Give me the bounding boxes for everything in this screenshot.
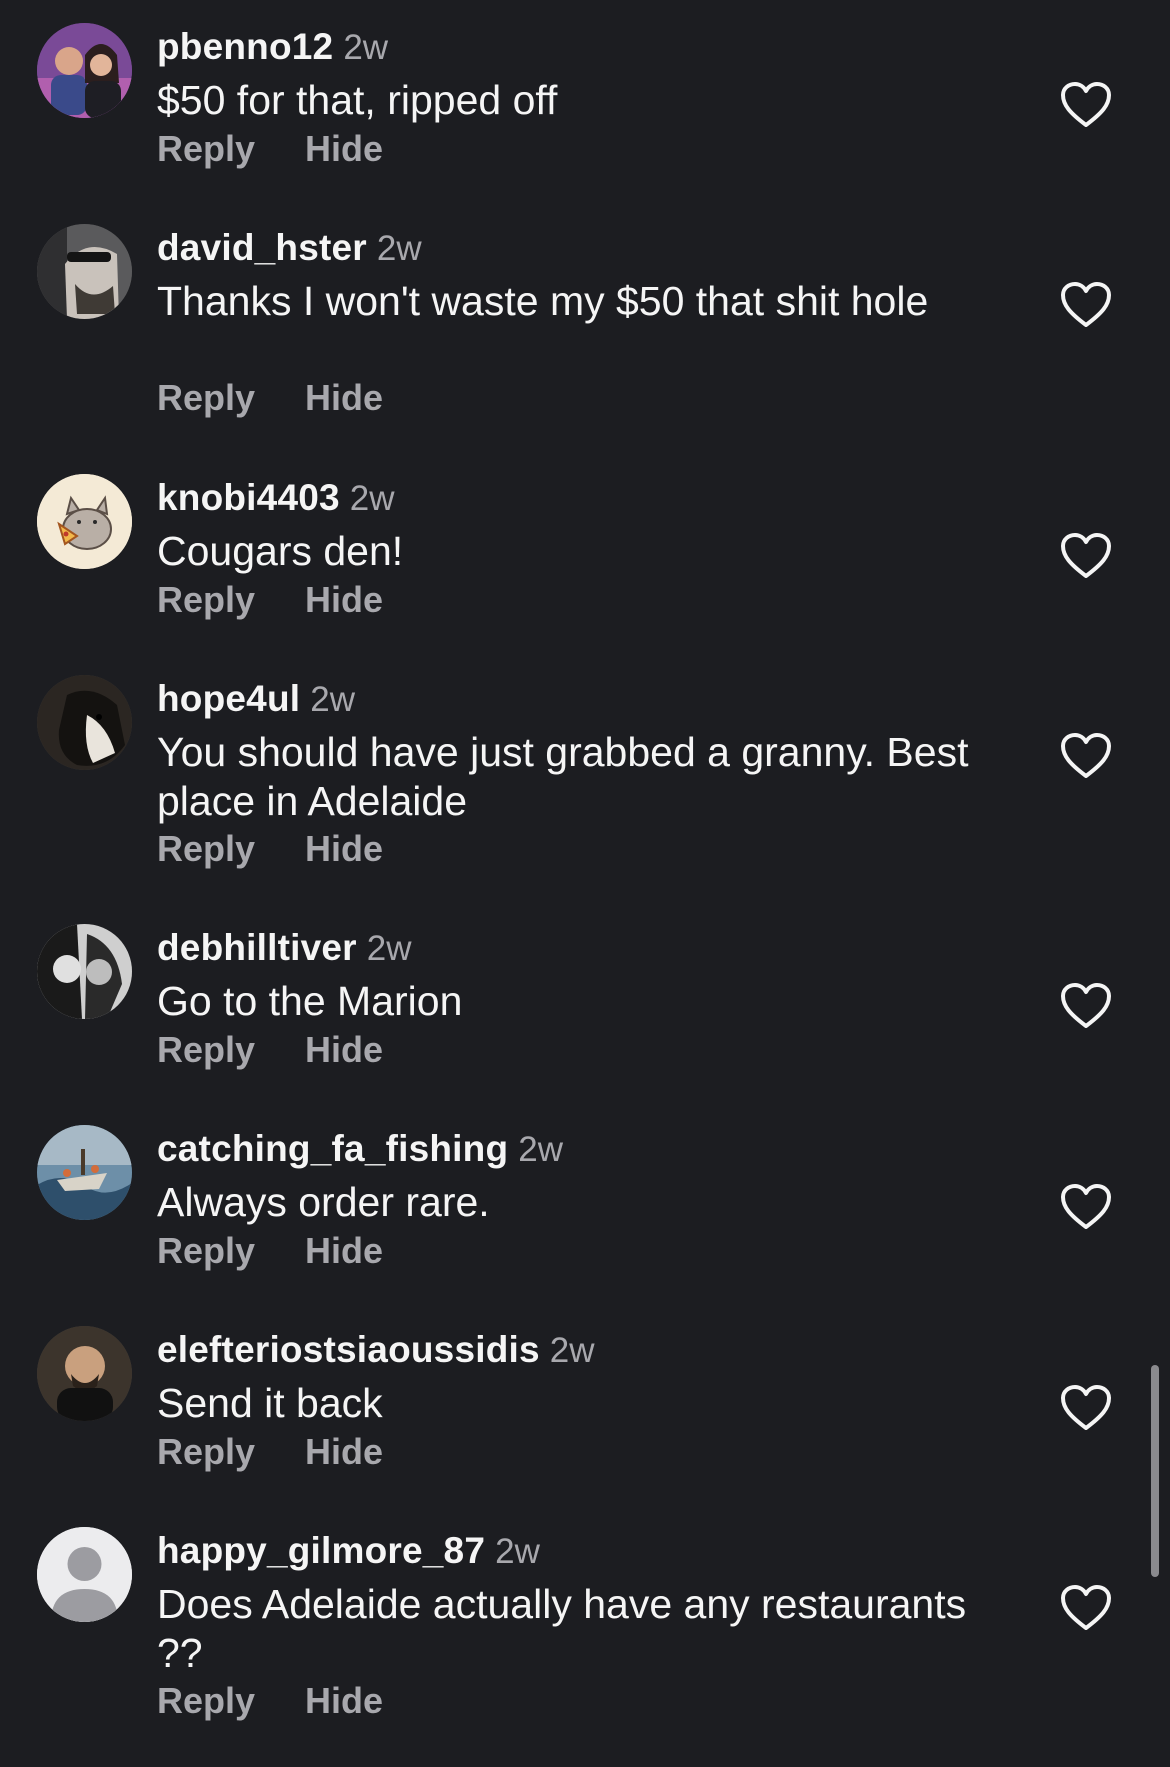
avatar[interactable]	[37, 23, 132, 118]
heart-icon	[1061, 1585, 1111, 1630]
reply-button[interactable]: Reply	[157, 580, 255, 620]
avatar[interactable]	[37, 1527, 132, 1622]
comment-actions: Reply Hide	[157, 129, 383, 169]
avatar[interactable]	[37, 224, 132, 319]
dog-photo-icon	[37, 675, 132, 770]
comment-actions: Reply Hide	[157, 1432, 383, 1472]
heart-icon	[1061, 82, 1111, 127]
comment-text: Always order rare.	[157, 1179, 490, 1225]
timestamp: 2w	[376, 229, 422, 268]
comment-header: pbenno12 2w	[157, 27, 388, 75]
timestamp: 2w	[343, 28, 389, 67]
reply-button[interactable]: Reply	[157, 829, 255, 869]
timestamp: 2w	[310, 680, 355, 719]
hide-button[interactable]: Hide	[305, 1681, 383, 1721]
comment-text: $50 for that, ripped off	[157, 77, 558, 123]
comment-text: Go to the Marion	[157, 978, 463, 1024]
username[interactable]: knobi4403	[157, 477, 340, 518]
fishing-boat-photo-icon	[37, 1125, 132, 1220]
comment-header: elefteriostsiaoussidis 2w	[157, 1330, 595, 1378]
avatar[interactable]	[37, 1326, 132, 1421]
comment-text: Cougars den!	[157, 528, 404, 574]
heart-icon	[1061, 533, 1111, 578]
username[interactable]: david_hster	[157, 227, 367, 268]
hide-button[interactable]: Hide	[305, 129, 383, 169]
reply-button[interactable]: Reply	[157, 378, 255, 418]
reply-button[interactable]: Reply	[157, 1681, 255, 1721]
avatar[interactable]	[37, 924, 132, 1019]
comment-text: Send it back	[157, 1380, 383, 1426]
like-button[interactable]	[1060, 281, 1112, 329]
avatar[interactable]	[37, 1125, 132, 1220]
cat-pizza-cartoon-icon	[37, 474, 132, 569]
reply-button[interactable]: Reply	[157, 1432, 255, 1472]
like-button[interactable]	[1060, 81, 1112, 129]
comment-actions: Reply Hide	[157, 580, 383, 620]
like-button[interactable]	[1060, 732, 1112, 780]
heart-icon	[1061, 1385, 1111, 1430]
timestamp: 2w	[518, 1130, 564, 1169]
hide-button[interactable]: Hide	[305, 1030, 383, 1070]
comment-text: Thanks I won't waste my $50 that shit ho…	[157, 278, 929, 324]
default-avatar-icon	[37, 1527, 132, 1622]
scrollbar[interactable]	[1151, 1365, 1159, 1577]
heart-icon	[1061, 282, 1111, 327]
comment-actions: Reply Hide	[157, 378, 383, 418]
heart-icon	[1061, 1184, 1111, 1229]
bald-man-photo-icon	[37, 1326, 132, 1421]
username[interactable]: happy_gilmore_87	[157, 1530, 485, 1571]
username[interactable]: pbenno12	[157, 26, 333, 67]
timestamp: 2w	[495, 1532, 540, 1571]
hide-button[interactable]: Hide	[305, 580, 383, 620]
hide-button[interactable]: Hide	[305, 378, 383, 418]
username[interactable]: hope4ul	[157, 678, 300, 719]
hide-button[interactable]: Hide	[305, 829, 383, 869]
comment-header: catching_fa_fishing 2w	[157, 1129, 563, 1177]
comment-header: hope4ul 2w	[157, 679, 355, 727]
man-sunglasses-photo-icon	[37, 224, 132, 319]
heart-icon	[1061, 983, 1111, 1028]
avatar[interactable]	[37, 474, 132, 569]
like-button[interactable]	[1060, 1183, 1112, 1231]
comment-header: david_hster 2w	[157, 228, 422, 276]
comment-header: knobi4403 2w	[157, 478, 395, 526]
hide-button[interactable]: Hide	[305, 1432, 383, 1472]
couple-photo-icon	[37, 23, 132, 118]
like-button[interactable]	[1060, 982, 1112, 1030]
comment-actions: Reply Hide	[157, 1681, 383, 1721]
username[interactable]: catching_fa_fishing	[157, 1128, 508, 1169]
comment-text: Does Adelaide actually have any restaura…	[157, 1581, 967, 1676]
comment-actions: Reply Hide	[157, 1030, 383, 1070]
like-button[interactable]	[1060, 1584, 1112, 1632]
timestamp: 2w	[366, 929, 412, 968]
bw-couple-photo-icon	[37, 924, 132, 1019]
reply-button[interactable]: Reply	[157, 129, 255, 169]
comment-header: debhilltiver 2w	[157, 928, 412, 976]
like-button[interactable]	[1060, 532, 1112, 580]
reply-button[interactable]: Reply	[157, 1231, 255, 1271]
comment-actions: Reply Hide	[157, 829, 383, 869]
timestamp: 2w	[549, 1331, 595, 1370]
comment-header: happy_gilmore_87 2w	[157, 1531, 540, 1579]
hide-button[interactable]: Hide	[305, 1231, 383, 1271]
avatar[interactable]	[37, 675, 132, 770]
username[interactable]: elefteriostsiaoussidis	[157, 1329, 540, 1370]
comment-actions: Reply Hide	[157, 1231, 383, 1271]
like-button[interactable]	[1060, 1384, 1112, 1432]
heart-icon	[1061, 733, 1111, 778]
comment-text: You should have just grabbed a granny. B…	[157, 729, 969, 824]
timestamp: 2w	[349, 479, 395, 518]
username[interactable]: debhilltiver	[157, 927, 357, 968]
reply-button[interactable]: Reply	[157, 1030, 255, 1070]
